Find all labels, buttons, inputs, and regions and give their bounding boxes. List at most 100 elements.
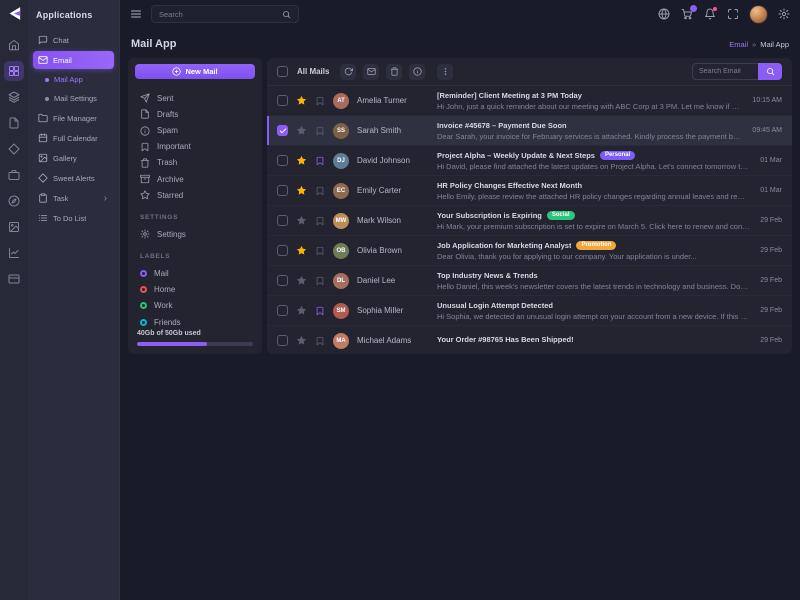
- email-checkbox[interactable]: [277, 125, 288, 136]
- email-checkbox[interactable]: [277, 335, 288, 346]
- email-content: Unusual Login Attempt Detected Hi Sophia…: [437, 301, 750, 321]
- mail-folder-item[interactable]: Sent: [133, 90, 257, 106]
- select-all-label[interactable]: All Mails: [297, 67, 329, 76]
- sidebar-item-sweet-alerts[interactable]: Sweet Alerts: [33, 169, 114, 187]
- email-row[interactable]: EC Emily Carter HR Policy Changes Effect…: [267, 176, 792, 206]
- mail-label-item[interactable]: Work: [133, 298, 257, 314]
- card-icon[interactable]: [4, 269, 24, 289]
- email-checkbox[interactable]: [277, 215, 288, 226]
- folder-item-icon: [140, 126, 150, 136]
- language-icon[interactable]: [658, 8, 670, 20]
- mail-folder-item[interactable]: Archive: [133, 171, 257, 187]
- maximize-icon[interactable]: [727, 8, 739, 20]
- sidebar-item-chat[interactable]: Chat: [33, 31, 114, 49]
- email-row[interactable]: DJ David Johnson Project Alpha – Weekly …: [267, 146, 792, 176]
- mail-label-item[interactable]: Home: [133, 282, 257, 298]
- home-icon[interactable]: [4, 35, 24, 55]
- hamburger-menu-icon[interactable]: [130, 8, 142, 20]
- star-icon[interactable]: [296, 95, 307, 106]
- bookmark-icon[interactable]: [315, 126, 325, 136]
- mail-folder-item[interactable]: Important: [133, 139, 257, 155]
- bookmark-icon[interactable]: [315, 156, 325, 166]
- email-checkbox[interactable]: [277, 155, 288, 166]
- email-row[interactable]: DL Daniel Lee Top Industry News & Trends…: [267, 266, 792, 296]
- mail-search-button[interactable]: [758, 63, 782, 80]
- sidebar-item-to-do-list[interactable]: To Do List: [33, 209, 114, 227]
- star-icon[interactable]: [296, 185, 307, 196]
- mail-folder-item[interactable]: Drafts: [133, 106, 257, 122]
- app-logo-icon[interactable]: [6, 5, 23, 22]
- bookmark-icon[interactable]: [315, 276, 325, 286]
- file-icon[interactable]: [4, 113, 24, 133]
- image-icon[interactable]: [4, 217, 24, 237]
- grid-icon[interactable]: [4, 61, 24, 81]
- bell-icon[interactable]: [704, 8, 716, 20]
- star-icon[interactable]: [296, 155, 307, 166]
- briefcase-icon[interactable]: [4, 165, 24, 185]
- delete-icon[interactable]: [386, 64, 402, 80]
- dots-vertical-icon[interactable]: [437, 64, 453, 80]
- spam-icon[interactable]: [409, 64, 425, 80]
- new-mail-button[interactable]: New Mail: [135, 64, 255, 79]
- mail-label-item[interactable]: Friends: [133, 314, 257, 330]
- star-icon[interactable]: [296, 335, 307, 346]
- global-search-input[interactable]: [159, 10, 277, 19]
- sidebar-item-mail-settings[interactable]: Mail Settings: [33, 90, 114, 107]
- mail-search-input[interactable]: [692, 63, 758, 80]
- diamond-icon[interactable]: [4, 139, 24, 159]
- mark-read-icon[interactable]: [363, 64, 379, 80]
- bookmark-icon[interactable]: [315, 216, 325, 226]
- bookmark-icon[interactable]: [315, 186, 325, 196]
- user-avatar[interactable]: [750, 6, 767, 23]
- email-checkbox[interactable]: [277, 245, 288, 256]
- email-checkbox[interactable]: [277, 275, 288, 286]
- email-row[interactable]: AT Amelia Turner [Reminder] Client Meeti…: [267, 86, 792, 116]
- settings-icon[interactable]: [778, 8, 790, 20]
- cart-icon[interactable]: [681, 8, 693, 20]
- star-icon[interactable]: [296, 215, 307, 226]
- sidebar-item-full-calendar[interactable]: Full Calendar: [33, 129, 114, 147]
- label-name: Home: [154, 285, 175, 294]
- email-row[interactable]: SS Sarah Smith Invoice #45678 – Payment …: [267, 116, 792, 146]
- email-checkbox[interactable]: [277, 185, 288, 196]
- email-row[interactable]: MW Mark Wilson Your Subscription is Expi…: [267, 206, 792, 236]
- chart-icon[interactable]: [4, 243, 24, 263]
- sidebar-item-email[interactable]: Email: [33, 51, 114, 69]
- bookmark-icon[interactable]: [315, 336, 325, 346]
- email-row[interactable]: SM Sophia Miller Unusual Login Attempt D…: [267, 296, 792, 326]
- star-icon[interactable]: [296, 125, 307, 136]
- email-row[interactable]: MA Michael Adams Your Order #98765 Has B…: [267, 326, 792, 354]
- email-checkbox[interactable]: [277, 95, 288, 106]
- breadcrumb-link[interactable]: Email: [729, 40, 748, 49]
- mail-folder-item[interactable]: Spam: [133, 123, 257, 139]
- mail-settings-item[interactable]: Settings: [133, 226, 257, 242]
- sidebar-item-gallery[interactable]: Gallery: [33, 149, 114, 167]
- bookmark-icon[interactable]: [315, 306, 325, 316]
- mail-search-box: [692, 63, 782, 80]
- email-preview: Dear Olivia, thank you for applying to o…: [437, 252, 750, 261]
- sidebar-item-task[interactable]: Task: [33, 189, 114, 207]
- topbar: [120, 0, 800, 28]
- sender-name: Sarah Smith: [357, 126, 429, 135]
- mail-folder-item[interactable]: Trash: [133, 155, 257, 171]
- mail-folder-item[interactable]: Starred: [133, 187, 257, 203]
- select-all-checkbox[interactable]: [277, 66, 288, 77]
- bookmark-icon[interactable]: [315, 246, 325, 256]
- email-row[interactable]: OB Olivia Brown Job Application for Mark…: [267, 236, 792, 266]
- email-subject: Unusual Login Attempt Detected: [437, 301, 553, 310]
- mail-label-item[interactable]: Mail: [133, 265, 257, 281]
- sidebar-item-icon: [38, 193, 48, 203]
- sidebar-item-mail-app[interactable]: Mail App: [33, 71, 114, 88]
- email-content: HR Policy Changes Effective Next Month H…: [437, 181, 750, 201]
- refresh-icon[interactable]: [340, 64, 356, 80]
- email-checkbox[interactable]: [277, 305, 288, 316]
- sidebar-item-file-manager[interactable]: File Manager: [33, 109, 114, 127]
- page-title: Mail App: [131, 38, 176, 50]
- star-icon[interactable]: [296, 305, 307, 316]
- layers-icon[interactable]: [4, 87, 24, 107]
- bookmark-icon[interactable]: [315, 96, 325, 106]
- star-icon[interactable]: [296, 245, 307, 256]
- star-icon[interactable]: [296, 275, 307, 286]
- compass-icon[interactable]: [4, 191, 24, 211]
- label-dot-icon: [140, 302, 147, 309]
